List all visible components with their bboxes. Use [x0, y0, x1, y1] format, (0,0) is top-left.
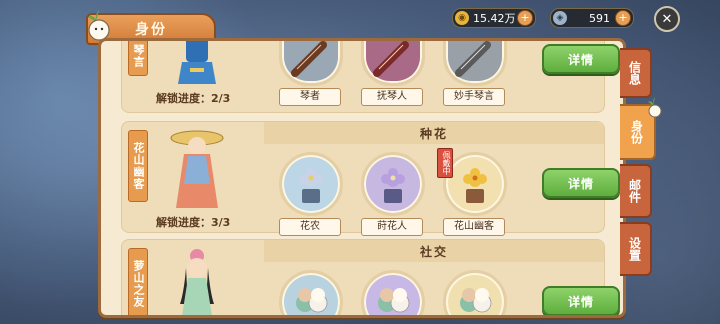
- identity-slot[interactable]: 琴者: [279, 41, 343, 106]
- flower-pot-icon: [361, 152, 425, 216]
- radish-mascot-icon: [648, 97, 662, 118]
- tab-info[interactable]: 信息: [620, 48, 652, 98]
- character-figure: [170, 130, 224, 208]
- identity-tag: 琴言: [128, 41, 148, 76]
- slot-label: 花山幽客: [443, 218, 505, 236]
- category-title: 社交: [264, 240, 604, 262]
- identity-tag: 萝山之友: [128, 248, 148, 315]
- unlock-progress: 解锁进度：2/3: [156, 92, 231, 105]
- coin-icon: ◉: [455, 11, 469, 25]
- unlock-progress: 解锁进度：3/3: [156, 216, 231, 229]
- tab-mail[interactable]: 邮件: [620, 164, 652, 218]
- identity-slot[interactable]: [361, 270, 425, 315]
- flower-pot-icon: [279, 152, 343, 216]
- gem-icon: ◈: [553, 11, 567, 25]
- identity-panel[interactable]: 琴言 解锁进度：2/3 琴者 抚琴人 妙手琴言 详情 种花 花山幽客 解锁进度：…: [98, 38, 626, 318]
- identity-slot[interactable]: 佩戴中 花山幽客: [437, 148, 507, 236]
- character-figure: [180, 249, 214, 315]
- slot-label: 琴者: [279, 88, 341, 106]
- character-figure: [178, 41, 216, 84]
- identity-tag: 花山幽客: [128, 130, 148, 202]
- close-button[interactable]: ✕: [654, 6, 680, 32]
- slot-label: 抚琴人: [361, 88, 423, 106]
- guqin-icon: [443, 41, 507, 86]
- slot-label: 莳花人: [361, 218, 423, 236]
- details-button[interactable]: 详情: [542, 44, 620, 74]
- friends-icon: [279, 270, 343, 315]
- details-button[interactable]: 详情: [542, 168, 620, 198]
- gem-amount: 591: [589, 11, 610, 25]
- radish-mascot-icon: [88, 10, 110, 41]
- friends-icon: [361, 270, 425, 315]
- identity-row: 琴言 解锁进度：2/3 琴者 抚琴人 妙手琴言 详情: [121, 41, 620, 113]
- add-coins-button[interactable]: +: [517, 10, 533, 26]
- identity-slot[interactable]: [443, 270, 507, 315]
- page-title-text: 身份: [135, 22, 167, 38]
- gem-counter: ◈ 591 +: [550, 8, 634, 28]
- tab-settings[interactable]: 设置: [620, 222, 652, 276]
- identity-row: 社交 萝山之友 详情: [121, 239, 620, 315]
- slot-label: 妙手琴言: [443, 88, 505, 106]
- guqin-icon: [279, 41, 343, 86]
- details-button[interactable]: 详情: [542, 286, 620, 315]
- slot-label: 花农: [279, 218, 341, 236]
- identity-slot[interactable]: [279, 270, 343, 315]
- close-icon: ✕: [661, 11, 673, 27]
- guqin-icon: [361, 41, 425, 86]
- identity-row: 种花 花山幽客 解锁进度：3/3 花农 莳花人 佩戴中 花山幽客 详情: [121, 121, 620, 236]
- add-gems-button[interactable]: +: [615, 10, 631, 26]
- identity-slot[interactable]: 抚琴人: [361, 41, 425, 106]
- identity-slot[interactable]: 莳花人: [361, 152, 425, 236]
- category-title: 种花: [264, 122, 604, 144]
- identity-slot[interactable]: 花农: [279, 152, 343, 236]
- coin-counter: ◉ 15.42万 +: [452, 8, 536, 28]
- identity-slot[interactable]: 妙手琴言: [443, 41, 507, 106]
- coin-amount: 15.42万: [473, 12, 516, 25]
- wearing-badge: 佩戴中: [437, 148, 453, 178]
- friends-icon: [443, 270, 507, 315]
